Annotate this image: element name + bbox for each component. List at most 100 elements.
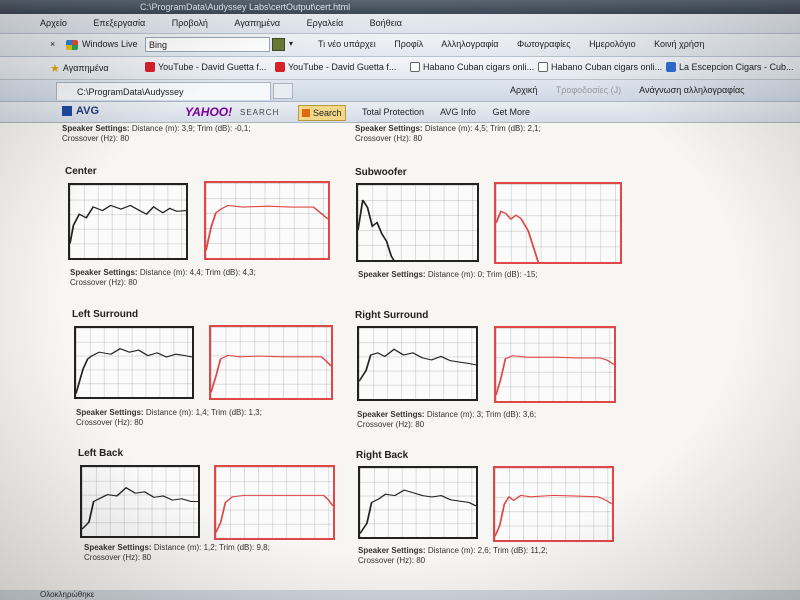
avg-logo-icon xyxy=(62,106,72,116)
menu-tools[interactable]: Εργαλεία xyxy=(303,18,348,28)
menu-favorites[interactable]: Αγαπημένα xyxy=(230,18,284,28)
page-icon xyxy=(410,62,420,72)
yahoo-logo: YAHOO! xyxy=(185,105,233,119)
speaker-settings-top-right: Speaker Settings: Distance (m): 4,5; Tri… xyxy=(355,124,541,144)
speaker-settings-left-back: Speaker Settings: Distance (m): 1,2; Tri… xyxy=(84,543,270,563)
favorite-link-label: YouTube - David Guetta f... xyxy=(288,62,397,72)
speaker-settings-label: Speaker Settings: xyxy=(62,124,130,133)
close-toolbar-icon[interactable]: × xyxy=(50,39,55,49)
section-title-subwoofer: Subwoofer xyxy=(355,167,407,178)
speaker-settings-left-surround: Speaker Settings: Distance (m): 1,4; Tri… xyxy=(76,408,262,428)
windows-live-toolbar: × Windows Live Bing ▾ Τι νέο υπάρχει Προ… xyxy=(0,34,800,57)
live-link-mail[interactable]: Αλληλογραφία xyxy=(441,39,498,49)
speaker-crossover: Crossover (Hz): 80 xyxy=(70,278,138,287)
speaker-settings-subwoofer: Speaker Settings: Distance (m): 0; Trim … xyxy=(358,270,538,280)
section-title-left-back: Left Back xyxy=(78,448,124,459)
favorite-link-label: YouTube - David Guetta f... xyxy=(158,62,267,72)
speaker-settings-label: Speaker Settings: xyxy=(358,546,426,555)
live-links: Τι νέο υπάρχει Προφίλ Αλληλογραφία Φωτογ… xyxy=(318,39,720,49)
favorite-link-5[interactable]: La Escepcion Cigars - Cub... xyxy=(666,62,794,72)
left-surround-before-graph xyxy=(74,326,194,399)
avg-info-button[interactable]: AVG Info xyxy=(440,107,476,117)
left-surround-after-graph xyxy=(209,325,333,400)
menu-bar: Αρχείο Επεξεργασία Προβολή Αγαπημένα Εργ… xyxy=(0,14,800,34)
get-more-button[interactable]: Get More xyxy=(492,107,530,117)
center-before-graph xyxy=(68,183,188,260)
speaker-settings-right-surround: Speaker Settings: Distance (m): 3; Trim … xyxy=(357,410,536,430)
speaker-settings-values: Distance (m): 3,9; Trim (dB): -0,1; xyxy=(131,124,251,133)
chevron-down-icon[interactable]: ▾ xyxy=(289,39,293,48)
speaker-settings-values: Distance (m): 3; Trim (dB): 3,6; xyxy=(426,410,537,419)
favorite-link-label: Habano Cuban cigars onli... xyxy=(423,62,535,72)
live-search-input[interactable]: Bing xyxy=(145,37,270,52)
right-surround-after-graph xyxy=(494,326,616,403)
favorite-link-label: La Escepcion Cigars - Cub... xyxy=(679,62,794,72)
speaker-crossover: Crossover (Hz): 80 xyxy=(357,420,425,429)
live-link-whats-new[interactable]: Τι νέο υπάρχει xyxy=(318,39,376,49)
tab-cert-output[interactable]: C:\ProgramData\Audyssey Labs\certOutput\… xyxy=(56,82,271,100)
speaker-settings-values: Distance (m): 1,2; Trim (dB): 9,8; xyxy=(153,543,270,552)
youtube-icon xyxy=(145,62,155,72)
window-title: C:\ProgramData\Audyssey Labs\certOutput\… xyxy=(140,2,351,12)
speaker-settings-label: Speaker Settings: xyxy=(84,543,152,552)
speaker-settings-values: Distance (m): 2,6; Trim (dB): 11,2; xyxy=(427,546,548,555)
subwoofer-before-graph xyxy=(356,183,479,262)
speaker-settings-label: Speaker Settings: xyxy=(357,410,425,419)
live-search-button[interactable] xyxy=(272,38,285,51)
subwoofer-after-graph xyxy=(494,182,622,264)
avg-search-button[interactable]: Search xyxy=(298,105,346,121)
home-button[interactable]: Αρχική xyxy=(510,85,537,95)
avg-links: Total Protection AVG Info Get More xyxy=(362,107,544,117)
favorites-label: Αγαπημένα xyxy=(62,63,109,73)
speaker-settings-label: Speaker Settings: xyxy=(355,124,423,133)
total-protection-button[interactable]: Total Protection xyxy=(362,107,424,117)
center-after-graph xyxy=(204,181,330,260)
tab-bar: C:\ProgramData\Audyssey Labs\certOutput\… xyxy=(0,80,800,102)
live-link-calendar[interactable]: Ημερολόγιο xyxy=(589,39,636,49)
speaker-settings-top-left: Speaker Settings: Distance (m): 3,9; Tri… xyxy=(62,124,251,144)
speaker-settings-values: Distance (m): 0; Trim (dB): -15; xyxy=(427,270,538,279)
section-title-center: Center xyxy=(65,166,97,177)
star-icon: ★ xyxy=(50,63,60,75)
menu-file[interactable]: Αρχείο xyxy=(36,18,71,28)
feeds-button[interactable]: Τροφοδοσίες (J) xyxy=(556,85,621,95)
speaker-settings-right-back: Speaker Settings: Distance (m): 2,6; Tri… xyxy=(358,546,548,566)
speaker-settings-values: Distance (m): 4,5; Trim (dB): 2,1; xyxy=(424,124,541,133)
avg-brand[interactable]: AVG xyxy=(76,105,99,117)
speaker-crossover: Crossover (Hz): 80 xyxy=(76,418,144,427)
favorite-link-2[interactable]: YouTube - David Guetta f... xyxy=(275,62,396,72)
yahoo-search-label: SEARCH xyxy=(240,108,280,117)
right-back-after-graph xyxy=(493,466,614,542)
new-tab-button[interactable] xyxy=(273,83,293,99)
speaker-settings-label: Speaker Settings: xyxy=(358,270,426,279)
section-title-right-back: Right Back xyxy=(356,450,409,461)
section-title-left-surround: Left Surround xyxy=(72,309,139,320)
speaker-crossover: Crossover (Hz): 80 xyxy=(62,134,130,143)
speaker-settings-values: Distance (m): 1,4; Trim (dB): 1,3; xyxy=(145,408,262,417)
right-surround-before-graph xyxy=(357,326,478,401)
status-text: Ολοκληρώθηκε xyxy=(40,590,95,599)
windows-live-logo-icon xyxy=(66,40,78,50)
live-link-photos[interactable]: Φωτογραφίες xyxy=(517,39,571,49)
favorite-link-4[interactable]: Habano Cuban cigars onli... xyxy=(538,62,662,72)
speaker-crossover: Crossover (Hz): 80 xyxy=(358,556,426,565)
speaker-settings-label: Speaker Settings: xyxy=(70,268,138,277)
left-back-before-graph xyxy=(80,465,200,538)
section-title-right-surround: Right Surround xyxy=(355,310,429,321)
favorites-button[interactable]: ★ Αγαπημένα xyxy=(50,62,109,75)
menu-help[interactable]: Βοήθεια xyxy=(366,18,406,28)
favorite-link-3[interactable]: Habano Cuban cigars onli... xyxy=(410,62,534,72)
avg-toolbar: AVG YAHOO! SEARCH Search Total Protectio… xyxy=(0,102,800,123)
status-bar: Ολοκληρώθηκε xyxy=(0,590,800,600)
live-link-profile[interactable]: Προφίλ xyxy=(394,39,423,49)
favorites-bar: ★ Αγαπημένα YouTube - David Guetta f... Y… xyxy=(0,57,800,80)
live-link-sharing[interactable]: Κοινή χρήση xyxy=(654,39,704,49)
favorite-link-1[interactable]: YouTube - David Guetta f... xyxy=(145,62,266,72)
speaker-settings-center: Speaker Settings: Distance (m): 4,4; Tri… xyxy=(70,268,256,288)
menu-view[interactable]: Προβολή xyxy=(168,18,212,28)
read-mail-button[interactable]: Ανάγνωση αλληλογραφίας xyxy=(639,85,744,95)
menu-edit[interactable]: Επεξεργασία xyxy=(89,18,149,28)
favorite-link-label: Habano Cuban cigars onli... xyxy=(551,62,663,72)
page-icon xyxy=(538,62,548,72)
left-back-after-graph xyxy=(214,465,335,540)
